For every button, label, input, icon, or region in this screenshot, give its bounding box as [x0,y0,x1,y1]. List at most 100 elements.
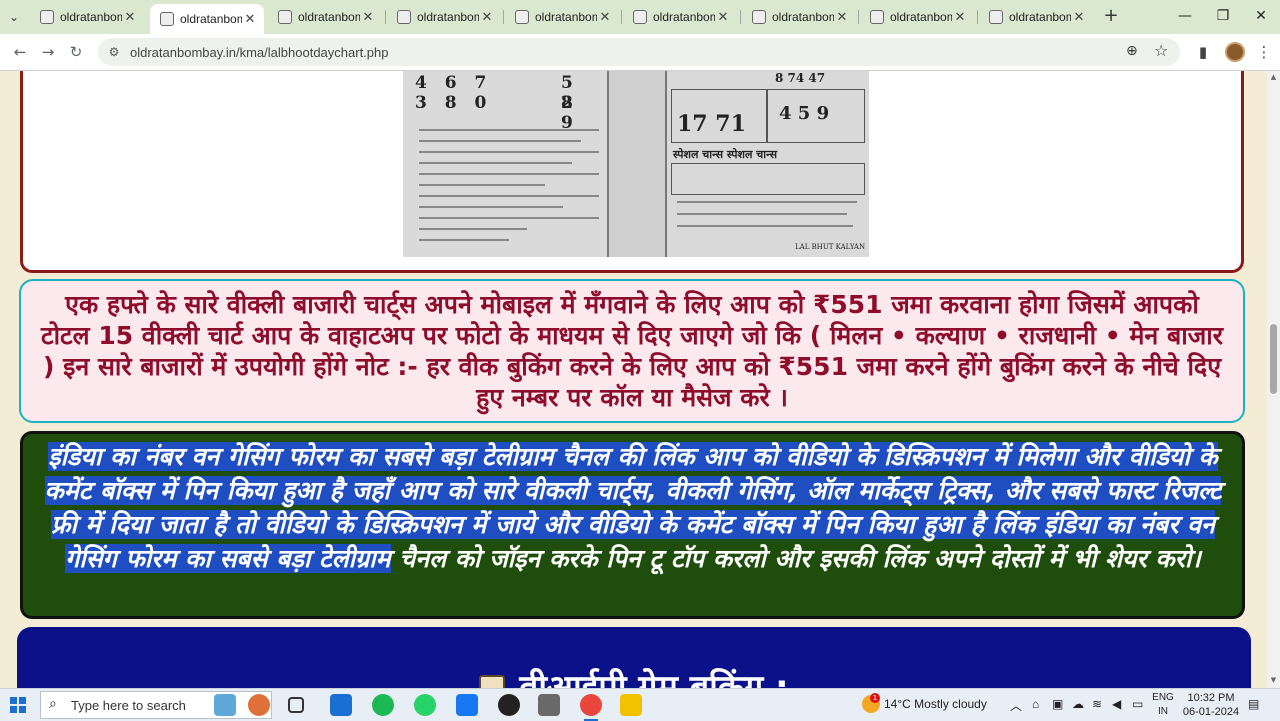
close-tab-icon[interactable]: ✕ [242,11,258,27]
file-explorer-icon[interactable] [620,694,642,716]
language-indicator[interactable]: ENG IN [1150,691,1176,719]
tab-title: oldratanbomba [180,12,242,26]
minimize-button[interactable]: — [1170,6,1200,26]
page-scrollbar[interactable]: ▲ ▼ [1267,71,1280,688]
volume-icon[interactable]: ◀ [1112,697,1121,711]
spotify-icon[interactable] [372,694,394,716]
tab-separator [740,10,741,24]
tab-title: oldratanbomba [772,10,834,24]
promo-rest-text: चैनल को जॉइन करके पिन टू टॉप करलो और इसक… [390,544,1201,573]
notification-icon[interactable]: ▤ [1248,697,1259,711]
close-tab-icon[interactable]: ✕ [834,9,850,25]
browser-tab-9[interactable]: oldratanbomba ✕ [979,4,1093,30]
newspaper-vertical-column [609,71,667,257]
tab-title: oldratanbomba [1009,10,1071,24]
task-view-icon[interactable] [288,697,304,713]
tab-title: oldratanbomba [535,10,597,24]
newspaper-kalyan-nums: 4 5 9 [779,103,830,124]
booking-title-text: वीआईपी गेम बुकिंग : [519,668,789,688]
new-tab-button[interactable]: + [1101,6,1121,26]
windows-taskbar: ⌕ Type here to search 1 14°C Mostly clou… [0,688,1280,721]
newspaper-line [677,225,853,227]
app-icon[interactable] [456,694,478,716]
notice-text: एक हफ्ते के सारे वीक्ली बाजारी चार्ट्स अ… [40,290,1224,412]
profile-avatar[interactable] [1225,42,1245,62]
browser-tab-7[interactable]: oldratanbomba ✕ [742,4,856,30]
forward-icon[interactable]: → [38,42,58,62]
clipboard-icon [479,674,506,688]
close-tab-icon[interactable]: ✕ [360,9,376,25]
browser-tab-1[interactable]: oldratanbomba ✕ [30,4,144,30]
taskbar-search-box[interactable]: ⌕ Type here to search [40,691,272,719]
close-tab-icon[interactable]: ✕ [1071,9,1087,25]
side-panel-icon[interactable]: ▮ [1193,42,1213,62]
site-favicon-icon [40,10,54,24]
newspaper-special-heading: स्पेशल चान्स स्पेशल चान्स [673,148,778,161]
tray-icon[interactable]: ☁ [1072,697,1084,711]
reload-icon[interactable]: ↻ [66,42,86,62]
app-icon[interactable] [248,694,270,716]
maximize-button[interactable]: ❐ [1208,6,1238,26]
site-favicon-icon [633,10,647,24]
tray-icon[interactable]: ▣ [1052,697,1063,711]
browser-tab-8[interactable]: oldratanbomba ✕ [860,4,974,30]
lang-line2: IN [1158,706,1168,717]
clock-time: 10:32 PM [1187,692,1235,704]
browser-tab-5[interactable]: oldratanbomba ✕ [505,4,619,30]
close-tab-icon[interactable]: ✕ [597,9,613,25]
scroll-down-icon[interactable]: ▼ [1269,676,1278,684]
wifi-icon[interactable]: ≋ [1092,697,1102,711]
site-favicon-icon [278,10,292,24]
newspaper-chart-image: 4 6 7 3 8 0 5 8 2 9 8 74 47 17 71 4 5 9 … [403,71,869,257]
browser-tab-6[interactable]: oldratanbomba ✕ [623,4,737,30]
chrome-icon[interactable] [580,694,602,721]
site-info-icon[interactable]: ⚙ [106,44,122,60]
tab-title: oldratanbomba [890,10,952,24]
newspaper-big-nums: 17 71 [677,111,746,137]
newspaper-row1: 4 6 7 [415,73,493,93]
url-text[interactable]: oldratanbombay.in/kma/lalbhootdaychart.p… [130,45,388,60]
tab-strip: ⌄ oldratanbomba ✕ oldratanbomba ✕ oldrat… [0,0,1280,34]
windows-start-icon[interactable] [10,697,26,713]
scrollbar-thumb[interactable] [1270,324,1277,394]
close-window-button[interactable]: ✕ [1246,6,1276,26]
close-tab-icon[interactable]: ✕ [479,9,495,25]
tab-title: oldratanbomba [417,10,479,24]
scroll-up-icon[interactable]: ▲ [1269,73,1278,81]
newspaper-line [677,213,847,215]
chrome-dev-icon[interactable] [538,694,560,716]
app-icon[interactable] [498,694,520,716]
bookmark-star-icon[interactable]: ☆ [1154,41,1168,60]
browser-tab-3[interactable]: oldratanbomba ✕ [268,4,382,30]
newspaper-right-column: 8 74 47 17 71 4 5 9 स्पेशल चान्स स्पेशल … [667,71,869,257]
tab-separator [621,10,622,24]
newspaper-top-nums: 8 74 47 [775,71,826,85]
tray-icon[interactable]: ⌂ [1032,697,1039,711]
taskbar-clock[interactable]: 10:32 PM 06-01-2024 [1182,691,1240,719]
battery-icon[interactable]: ▭ [1132,697,1143,711]
tab-title: oldratanbomba [653,10,715,24]
zoom-icon[interactable]: ⊕ [1126,43,1138,59]
weather-text[interactable]: 14°C Mostly cloudy [884,697,987,711]
page-viewport: 4 6 7 3 8 0 5 8 2 9 8 74 47 17 71 4 5 9 … [0,71,1267,688]
close-tab-icon[interactable]: ✕ [715,9,731,25]
back-icon[interactable]: ← [10,42,30,62]
chevron-up-icon[interactable]: ︿ [1010,697,1022,714]
close-tab-icon[interactable]: ✕ [122,9,138,25]
tab-title: oldratanbomba [60,10,122,24]
close-tab-icon[interactable]: ✕ [952,9,968,25]
browser-tab-4[interactable]: oldratanbomba ✕ [387,4,501,30]
address-bar[interactable]: ⚙ oldratanbombay.in/kma/lalbhootdaychart… [98,38,1180,66]
tab-search-icon[interactable]: ⌄ [4,7,24,27]
store-icon[interactable] [330,694,352,716]
whatsapp-icon[interactable] [414,694,436,716]
menu-icon[interactable]: ⋮ [1254,42,1274,62]
widget-icon[interactable] [214,694,236,716]
browser-tab-2-active[interactable]: oldratanbomba ✕ [150,4,264,34]
tab-separator [503,10,504,24]
booking-title: वीआईपी गेम बुकिंग : [17,663,1251,688]
weather-badge: 1 [870,693,880,703]
tab-title: oldratanbomba [298,10,360,24]
newspaper-row2-right: 2 9 [561,93,579,133]
site-favicon-icon [515,10,529,24]
